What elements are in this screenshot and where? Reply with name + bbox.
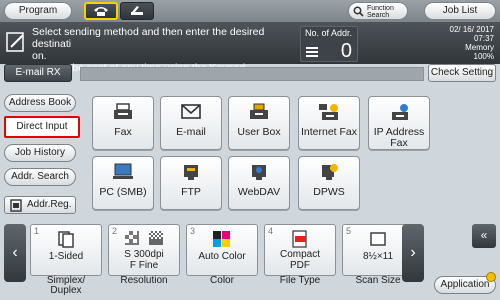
memory-value: 100% [473,52,494,61]
register-icon [10,199,22,212]
fax-mode-button[interactable] [84,2,118,20]
sidebar-item-addr-search[interactable]: Addr. Search [4,168,76,186]
method-ftp-button[interactable]: FTP [160,156,222,210]
message-bar: Select sending method and then enter the… [0,22,500,74]
quick-number: 4 [268,226,274,236]
search-icon [353,6,364,17]
method-fax-label: Fax [114,126,132,138]
quick-label: File Type [279,275,321,286]
address-count-value: 0 [340,40,352,62]
job-list-button[interactable]: Job List [424,2,496,20]
chevron-left-icon: ‹ [12,244,18,261]
pdf-file-icon [292,230,307,248]
check-setting-button[interactable]: Check Setting [428,64,496,82]
chevron-right-icon: › [410,244,416,261]
status-panel: 02/ 16/ 2017 07:37 Memory 100% [450,25,494,61]
method-user-box-button[interactable]: User Box [228,96,290,150]
quick-number: 2 [112,226,118,236]
scroll-left-button[interactable]: ‹ [4,224,26,282]
fax-icon [114,103,132,119]
quick-number: 1 [34,226,40,236]
quick-label: Scan Size [355,275,401,286]
user-box-icon [250,103,268,119]
quick-resolution[interactable]: 2 S 300dpi F Fine [108,224,180,276]
method-dpws-button[interactable]: DPWS [298,156,360,210]
internet-fax-icon [319,104,338,120]
quick-value: Auto Color [198,251,246,262]
method-webdav-button[interactable]: WebDAV [228,156,290,210]
resolution-fine-icon [149,231,163,245]
quick-file-type[interactable]: 4 Compact PDF [264,224,336,276]
application-indicator [486,272,496,282]
quick-label: Simplex/ Duplex [46,275,86,296]
page-size-icon [370,232,386,246]
program-button[interactable]: Program [4,2,72,20]
quick-number: 3 [190,226,196,236]
phone-icon [94,7,108,16]
method-pc-smb-label: PC (SMB) [99,186,147,198]
quick-value: Compact PDF [279,249,320,271]
method-internet-fax-button[interactable]: Internet Fax [298,96,360,150]
scroll-right-button[interactable]: › [402,224,424,282]
quick-number: 5 [346,226,352,236]
message-line-1: Select sending method and then enter the… [32,26,265,50]
email-rx-button[interactable]: E-mail RX [4,64,72,82]
method-user-box-label: User Box [237,126,281,138]
webdav-icon [252,165,266,180]
method-ip-address-fax-button[interactable]: IP Address Fax [368,96,430,150]
method-email-button[interactable]: E-mail [160,96,222,150]
method-ftp-label: FTP [181,186,201,198]
ip-fax-icon [392,104,408,120]
quick-color[interactable]: 3 Auto Color [186,224,258,276]
method-dpws-label: DPWS [313,186,345,198]
scanner-icon [131,6,143,15]
ftp-icon [184,165,198,180]
sidebar-item-address-book[interactable]: Address Book [4,94,76,112]
sidebar-item-direct-input[interactable]: Direct Input [4,116,80,138]
method-ip-address-fax-label: IP Address Fax [373,126,425,149]
memory-label: Memory [465,43,494,52]
envelope-icon [181,104,201,119]
destination-bar [80,67,424,81]
method-email-label: E-mail [176,126,206,138]
addr-reg-label: Addr.Reg. [27,199,72,210]
collapse-panel-button[interactable]: « [472,224,496,248]
date-text: 02/ 16/ 2017 [449,25,494,34]
quick-value: 1-Sided [48,251,84,262]
keypad-input-icon [6,32,24,52]
duplex-icon [58,231,74,248]
function-search-button[interactable]: Function Search [348,2,408,20]
color-icon [213,231,230,247]
sidebar-item-addr-reg[interactable]: Addr.Reg. [4,196,76,214]
pc-icon [113,163,133,179]
quick-value: S 300dpi F Fine [124,249,164,271]
double-chevron-left-icon: « [480,228,488,242]
method-webdav-label: WebDAV [237,186,281,198]
dpws-icon [322,164,338,180]
time-text: 07:37 [473,34,494,43]
address-count-label: No. of Addr. [305,28,353,38]
message-line-2: on. [32,50,47,62]
scan-mode-button[interactable] [120,2,154,20]
quick-label: Color [210,275,234,286]
method-internet-fax-label: Internet Fax [300,126,358,138]
address-count-box: No. of Addr. 0 [300,26,358,62]
resolution-icon [125,231,139,245]
quick-label: Resolution [120,275,168,286]
top-bar: Program Function Search Job List [0,0,500,22]
method-fax-button[interactable]: Fax [92,96,154,150]
function-search-label: Function Search [367,5,394,19]
method-pc-smb-button[interactable]: PC (SMB) [92,156,154,210]
sidebar-item-job-history[interactable]: Job History [4,144,76,162]
quick-simplex-duplex[interactable]: 1 1-Sided [30,224,102,276]
list-icon [306,47,318,57]
